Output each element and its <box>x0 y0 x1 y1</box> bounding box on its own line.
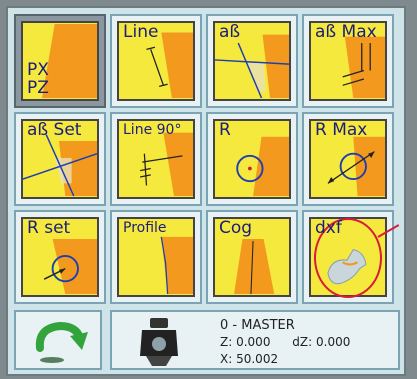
z-readout: Z: 0.000 dZ: 0.000 <box>220 335 350 349</box>
tile-dxf-face: dxf <box>309 217 387 297</box>
tile-alpha-beta-set-label: aß Set <box>27 120 82 140</box>
tile-px-pz[interactable]: PX PZ <box>14 14 106 108</box>
tile-line-90[interactable]: Line 90° <box>110 112 202 206</box>
tile-cog[interactable]: Cog <box>206 210 298 304</box>
z-label: Z: <box>220 335 233 349</box>
return-arrow-icon <box>35 321 88 363</box>
tile-radius-max-label: R Max <box>315 120 368 140</box>
tile-alpha-beta-face: aß <box>213 21 291 101</box>
tile-radius-set-label: R set <box>27 218 71 238</box>
tool-info-panel: 0 - MASTER Z: 0.000 dZ: 0.000 X: 50.002 <box>110 310 400 370</box>
tile-radius-label: R <box>219 120 231 140</box>
tile-alpha-beta-max[interactable]: aß Max <box>302 14 394 108</box>
tile-alpha-beta-max-label: aß Max <box>315 22 377 42</box>
tile-cog-label: Cog <box>219 218 253 238</box>
measurement-screen: PX PZ Line aß aß Max aß Set Line 90° R R… <box>6 6 406 376</box>
tile-px-pz-face: PX PZ <box>21 21 99 101</box>
tool-holder-icon <box>140 318 178 366</box>
tile-line[interactable]: Line <box>110 14 202 108</box>
function-grid: PX PZ Line aß aß Max aß Set Line 90° R R… <box>14 14 394 304</box>
tile-profile-label: Profile <box>123 220 167 236</box>
x-value: 50.002 <box>236 352 279 366</box>
tile-line-label: Line <box>123 22 159 42</box>
tile-line-90-label: Line 90° <box>123 122 182 138</box>
tile-radius-max[interactable]: R Max <box>302 112 394 206</box>
tool-name: 0 - MASTER <box>220 318 295 333</box>
tile-dxf[interactable]: dxf <box>302 210 394 304</box>
return-button[interactable] <box>14 310 102 370</box>
tile-alpha-beta-set[interactable]: aß Set <box>14 112 106 206</box>
tile-radius[interactable]: R <box>206 112 298 206</box>
x-readout: X: 50.002 <box>220 352 278 366</box>
tile-dxf-label: dxf <box>315 218 342 238</box>
tile-px-pz-label: PX PZ <box>27 60 49 98</box>
tile-radius-face: R <box>213 119 291 199</box>
x-label: X: <box>220 352 233 366</box>
tile-cog-face: Cog <box>213 217 291 297</box>
tile-alpha-beta-label: aß <box>219 22 241 42</box>
dz-value: 0.000 <box>316 335 351 349</box>
dz-label: dZ: <box>292 335 313 349</box>
tile-radius-max-face: R Max <box>309 119 387 199</box>
z-value: 0.000 <box>236 335 271 349</box>
tile-profile[interactable]: Profile <box>110 210 202 304</box>
tile-radius-set-face: R set <box>21 217 99 297</box>
tile-alpha-beta-set-face: aß Set <box>21 119 99 199</box>
tile-alpha-beta-max-face: aß Max <box>309 21 387 101</box>
tile-line-face: Line <box>117 21 195 101</box>
tile-radius-set[interactable]: R set <box>14 210 106 304</box>
tile-profile-face: Profile <box>117 217 195 297</box>
tile-alpha-beta[interactable]: aß <box>206 14 298 108</box>
tile-line-90-face: Line 90° <box>117 119 195 199</box>
status-bar: 0 - MASTER Z: 0.000 dZ: 0.000 X: 50.002 <box>14 310 400 372</box>
